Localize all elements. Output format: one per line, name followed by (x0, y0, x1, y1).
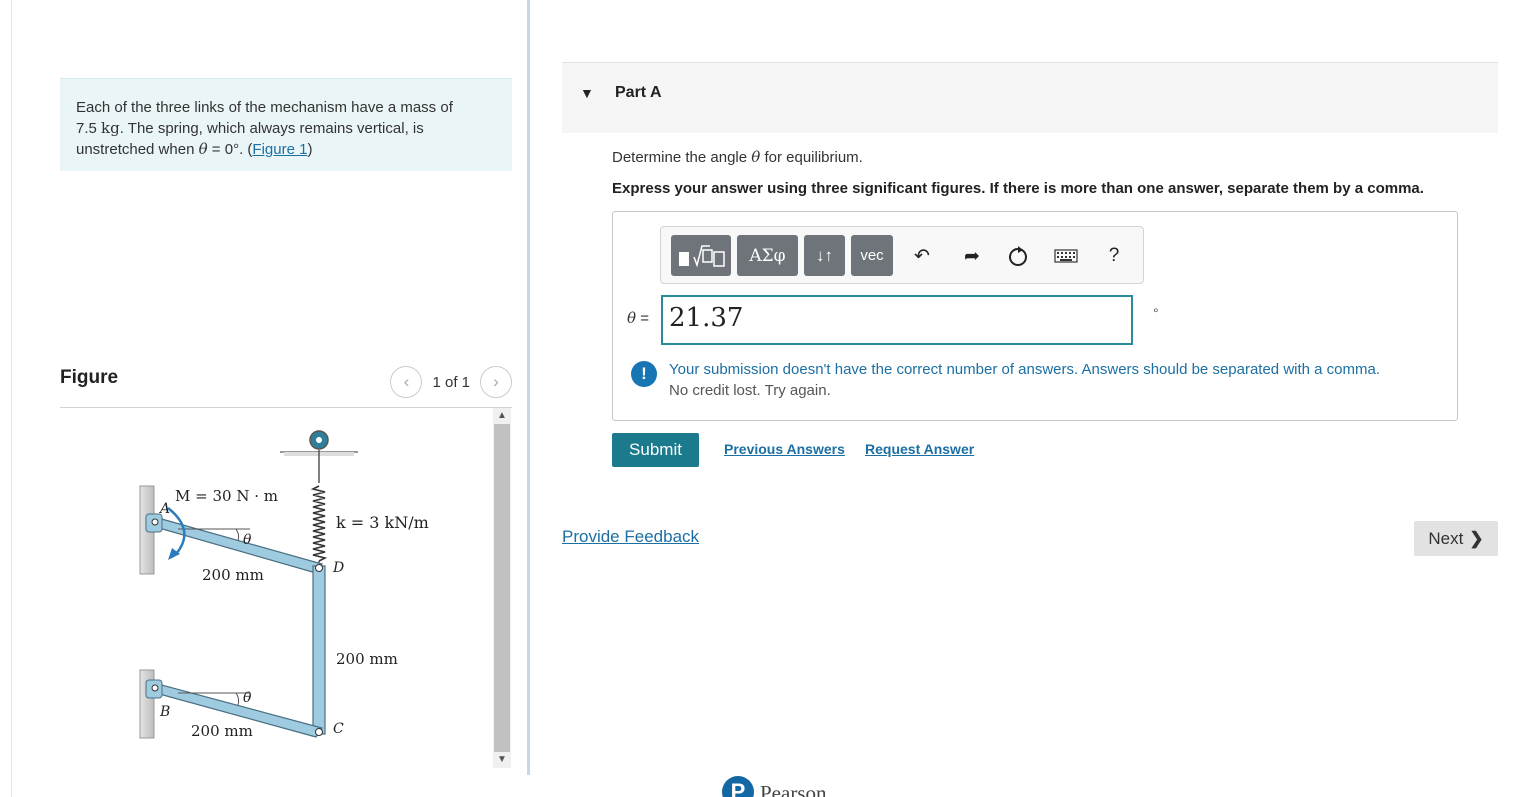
chevron-right-icon: ❯ (1469, 528, 1484, 548)
answer-input[interactable]: 21.37 (661, 295, 1133, 345)
angle-arc-top (235, 528, 240, 542)
question-text: Determine the angle θ for equilibrium. (612, 148, 863, 166)
feedback-text: Your submission doesn't have the correct… (669, 361, 1381, 378)
instruction-text: Express your answer using three signific… (612, 180, 1424, 197)
redo-icon[interactable]: ➦ (957, 241, 987, 271)
reset-icon[interactable] (1003, 241, 1033, 271)
scroll-up-icon[interactable]: ▲ (493, 408, 511, 424)
figure-scrollbar[interactable]: ▲ ▼ (493, 408, 511, 768)
figure-title: Figure (60, 367, 119, 388)
alert-icon: ! (631, 361, 657, 387)
theta-symbol: θ (198, 140, 208, 158)
problem-text-1: Each of the three links of the mechanism… (76, 99, 453, 116)
left-edge-panel (0, 0, 12, 797)
label-a: A (158, 501, 170, 517)
figure-pager: ‹ 1 of 1 › (390, 366, 512, 398)
figure-link[interactable]: Figure 1 (252, 141, 307, 158)
link-dc (312, 565, 326, 735)
help-button[interactable]: ? (1099, 241, 1129, 271)
collapse-triangle-icon[interactable]: ▼ (580, 85, 594, 101)
next-button[interactable]: Next ❯ (1414, 521, 1498, 556)
answer-panel: ΑΣφ ↓↑ vec ↶ ➦ ? θ = 21.37 ° ! Your subm… (612, 211, 1458, 421)
label-theta-top: θ (243, 532, 252, 548)
answer-unit: ° (1153, 305, 1159, 321)
question-theta: θ (751, 148, 761, 166)
problem-statement: Each of the three links of the mechanism… (60, 78, 512, 171)
scroll-thumb[interactable] (494, 424, 510, 752)
vec-button[interactable]: vec (851, 235, 893, 276)
label-spring: k = 3 kN/m (336, 513, 429, 532)
answer-label-theta: θ (627, 309, 637, 327)
pulley-pin (316, 437, 322, 443)
part-a-header[interactable]: ▼ Part A (562, 62, 1498, 133)
mass-unit: kg (101, 119, 120, 137)
problem-text-2: . The spring, which always remains verti… (119, 120, 424, 137)
label-len-top: 200 mm (202, 566, 264, 584)
spring-coils (310, 485, 328, 562)
part-a-title: Part A (615, 84, 662, 101)
label-theta-bottom: θ (243, 690, 252, 706)
submit-button[interactable]: Submit (612, 433, 699, 467)
label-b: B (159, 704, 170, 720)
pearson-logo-icon: P (722, 776, 754, 797)
previous-answers-link[interactable]: Previous Answers (724, 441, 845, 457)
templates-button[interactable] (671, 235, 731, 276)
scroll-down-icon[interactable]: ▼ (493, 752, 511, 768)
pin-d (315, 564, 323, 572)
label-len-vertical: 200 mm (336, 650, 398, 668)
next-label: Next (1428, 528, 1464, 548)
answer-label-eq: = (636, 310, 649, 327)
pearson-logo: P Pearson (722, 776, 827, 797)
request-answer-link[interactable]: Request Answer (865, 441, 974, 457)
answer-label: θ = (627, 309, 649, 327)
undo-icon[interactable]: ↶ (907, 241, 937, 271)
pane-divider[interactable] (527, 0, 530, 775)
arrows-button[interactable]: ↓↑ (804, 235, 845, 276)
figure-counter: 1 of 1 (432, 373, 470, 391)
provide-feedback-link[interactable]: Provide Feedback (562, 527, 699, 547)
chevron-left-icon[interactable]: ‹ (390, 366, 423, 398)
label-moment: M = 30 N · m (175, 487, 278, 505)
problem-text-4: = 0°. ( (211, 141, 253, 158)
label-c: C (333, 721, 344, 737)
pearson-brand-name: Pearson (760, 781, 827, 797)
label-len-bottom: 200 mm (191, 722, 253, 740)
mass-value: 7.5 (76, 120, 97, 137)
question-suffix: for equilibrium. (764, 149, 863, 166)
chevron-right-icon[interactable]: › (480, 366, 512, 398)
templates-icon (679, 244, 725, 267)
figure-header: Figure ‹ 1 of 1 › (60, 362, 512, 408)
pin-a (151, 518, 159, 526)
math-toolbar: ΑΣφ ↓↑ vec ↶ ➦ ? (660, 226, 1144, 284)
problem-text-3: unstretched when (76, 141, 195, 158)
pin-b (151, 684, 159, 692)
mechanism-diagram: M = 30 N · m A B C D k = 3 kN/m θ θ 200 … (139, 430, 429, 740)
greek-button[interactable]: ΑΣφ (737, 235, 798, 276)
angle-arc-bottom (235, 692, 240, 706)
link-ad (150, 517, 323, 574)
keyboard-icon[interactable] (1051, 241, 1081, 271)
feedback-subtext: No credit lost. Try again. (669, 382, 831, 399)
label-d: D (332, 560, 344, 576)
question-prefix: Determine the angle (612, 149, 748, 166)
figure-image: M = 30 N · m A B C D k = 3 kN/m θ θ 200 … (60, 408, 492, 768)
pin-c (315, 728, 323, 736)
problem-text-5: ) (307, 141, 313, 158)
